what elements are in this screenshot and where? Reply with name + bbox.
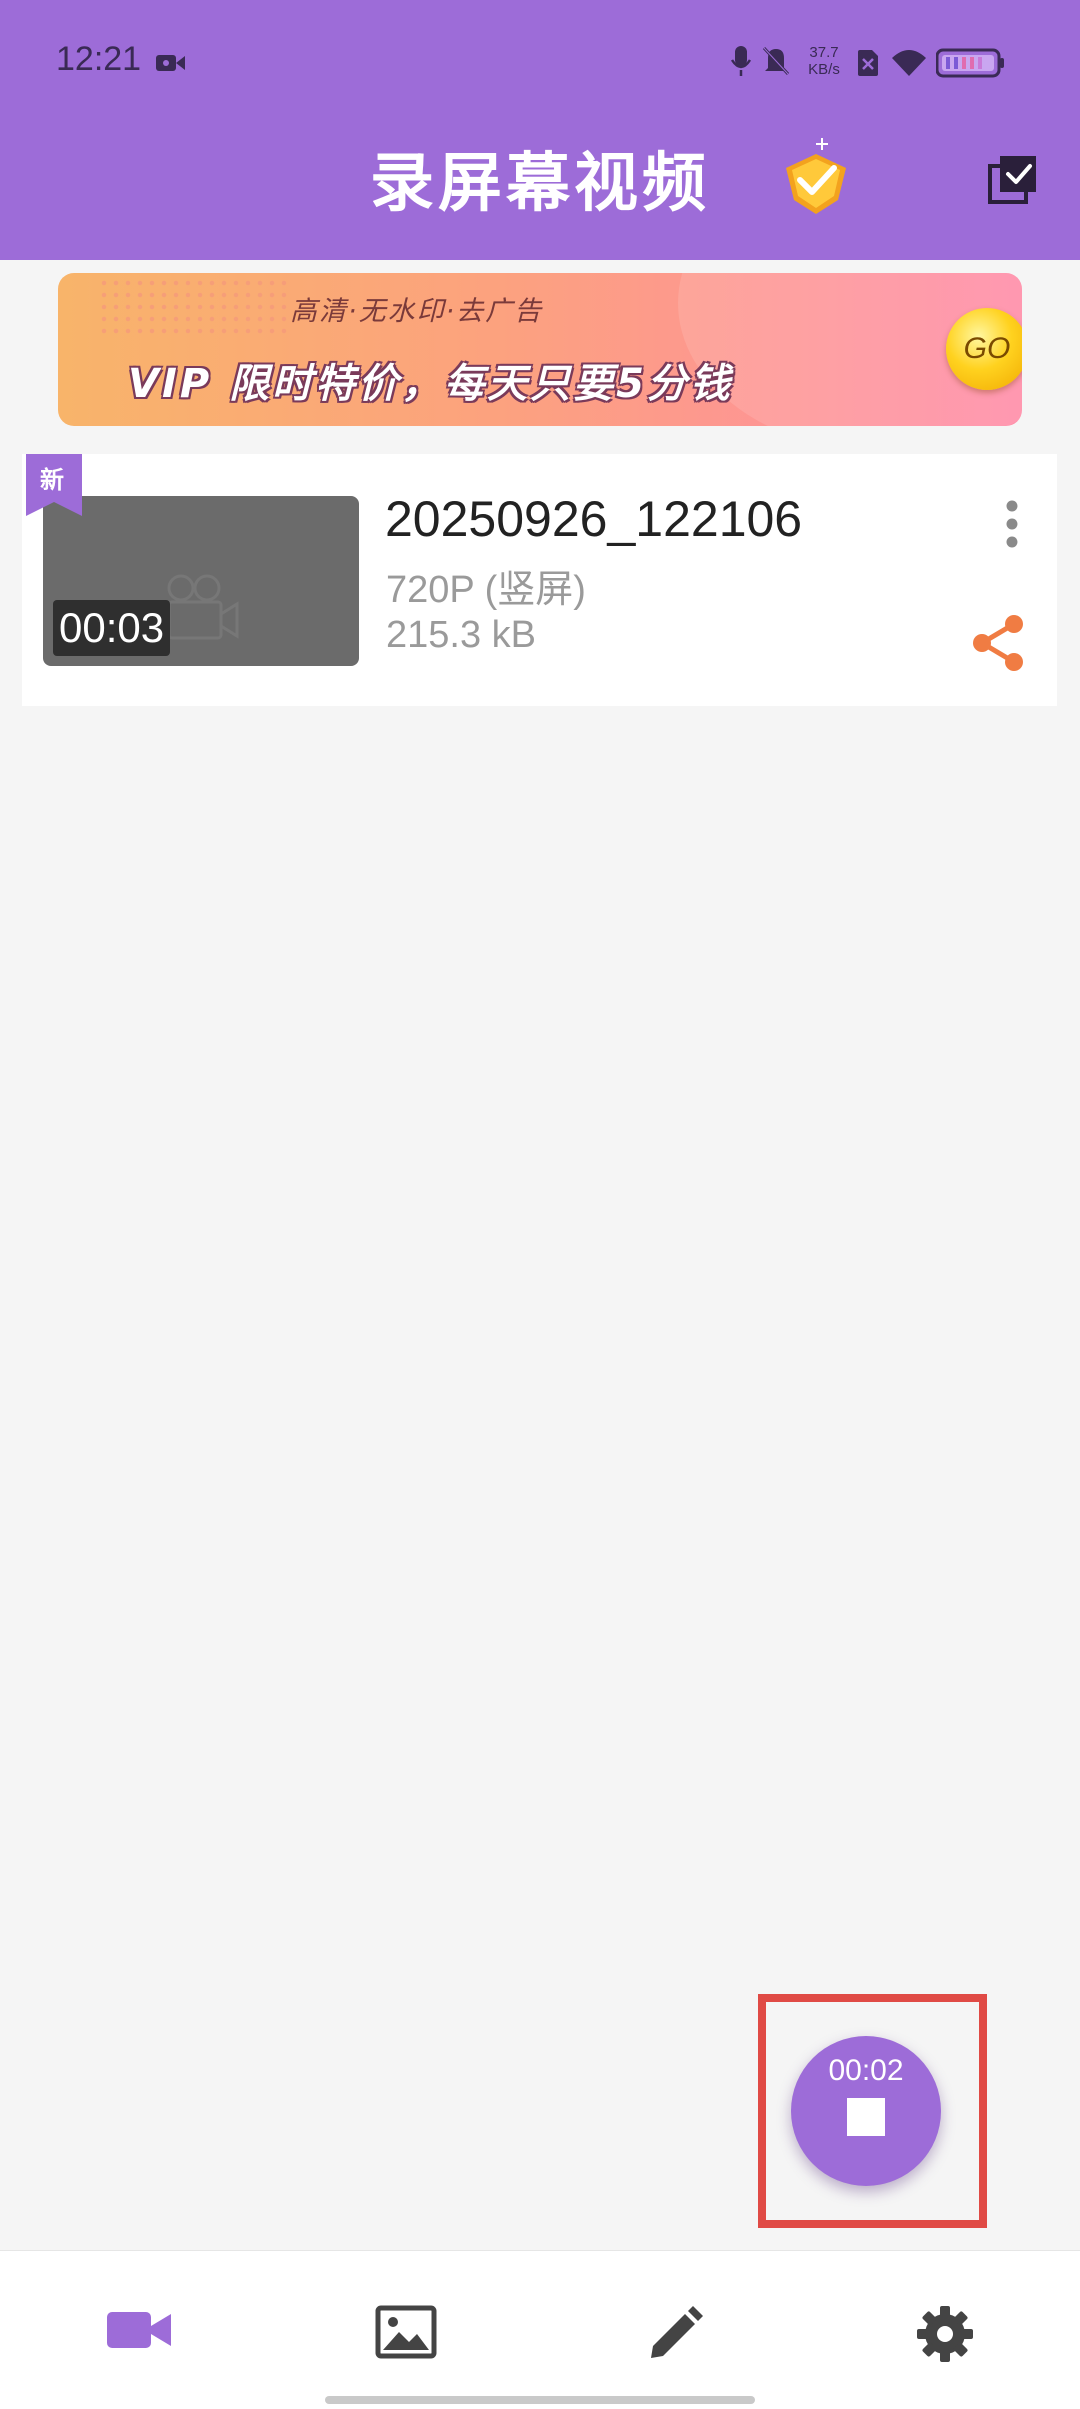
video-camera-icon [107, 2312, 171, 2348]
banner-dots-decoration [98, 277, 288, 337]
mic-icon [730, 46, 752, 76]
network-speed-value: 37.7 [809, 44, 839, 61]
video-size: 215.3 kB [386, 614, 536, 656]
share-icon[interactable] [964, 608, 1034, 678]
nav-item-images[interactable] [270, 2251, 540, 2409]
bottom-navigation [0, 2250, 1080, 2409]
mute-bell-icon [762, 46, 790, 76]
wifi-icon [892, 50, 926, 76]
stop-recording-button[interactable]: 00:02 [791, 2036, 941, 2186]
app-header: 12:21 37.7 KB/s 录屏幕视频 [0, 0, 1080, 260]
banner-headline: VIP 限时特价，每天只要5分钱 [128, 361, 733, 407]
video-list-item[interactable]: 00:03 新 20250926_122106 720P (竖屏) 215.3 … [22, 454, 1057, 706]
new-flag-label: 新 [40, 466, 64, 494]
network-speed: 37.7 KB/s [802, 44, 846, 78]
video-camera-placeholder-icon [167, 574, 239, 640]
image-icon [375, 2305, 437, 2359]
video-thumbnail[interactable]: 00:03 [43, 496, 359, 666]
nav-item-settings[interactable] [810, 2251, 1080, 2409]
nav-item-videos[interactable] [0, 2251, 270, 2409]
sim-off-icon [858, 50, 878, 76]
network-speed-unit: KB/s [808, 61, 840, 78]
status-icons: 37.7 KB/s [730, 44, 1030, 84]
recording-timer: 00:02 [828, 2054, 904, 2087]
edit-icon [651, 2306, 703, 2358]
nav-item-edit[interactable] [540, 2251, 810, 2409]
video-name: 20250926_122106 [385, 491, 803, 547]
multi-select-icon[interactable] [986, 152, 1040, 206]
stop-icon [847, 2098, 885, 2136]
page-title: 录屏幕视频 [370, 147, 710, 221]
go-button[interactable]: GO [946, 308, 1022, 390]
settings-icon [917, 2306, 973, 2362]
home-indicator[interactable] [325, 2396, 755, 2404]
battery-icon [936, 48, 1004, 78]
banner-subtitle: 高清·无水印·去广告 [290, 296, 544, 327]
vip-promo-banner[interactable]: 高清·无水印·去广告 VIP 限时特价，每天只要5分钱 GO [58, 273, 1022, 426]
status-time: 12:21 [56, 40, 142, 78]
more-options-icon[interactable] [982, 494, 1042, 554]
video-duration: 00:03 [53, 600, 171, 656]
vip-badge-icon[interactable] [780, 138, 852, 216]
screen-record-icon [156, 55, 185, 71]
video-resolution: 720P (竖屏) [386, 569, 586, 611]
